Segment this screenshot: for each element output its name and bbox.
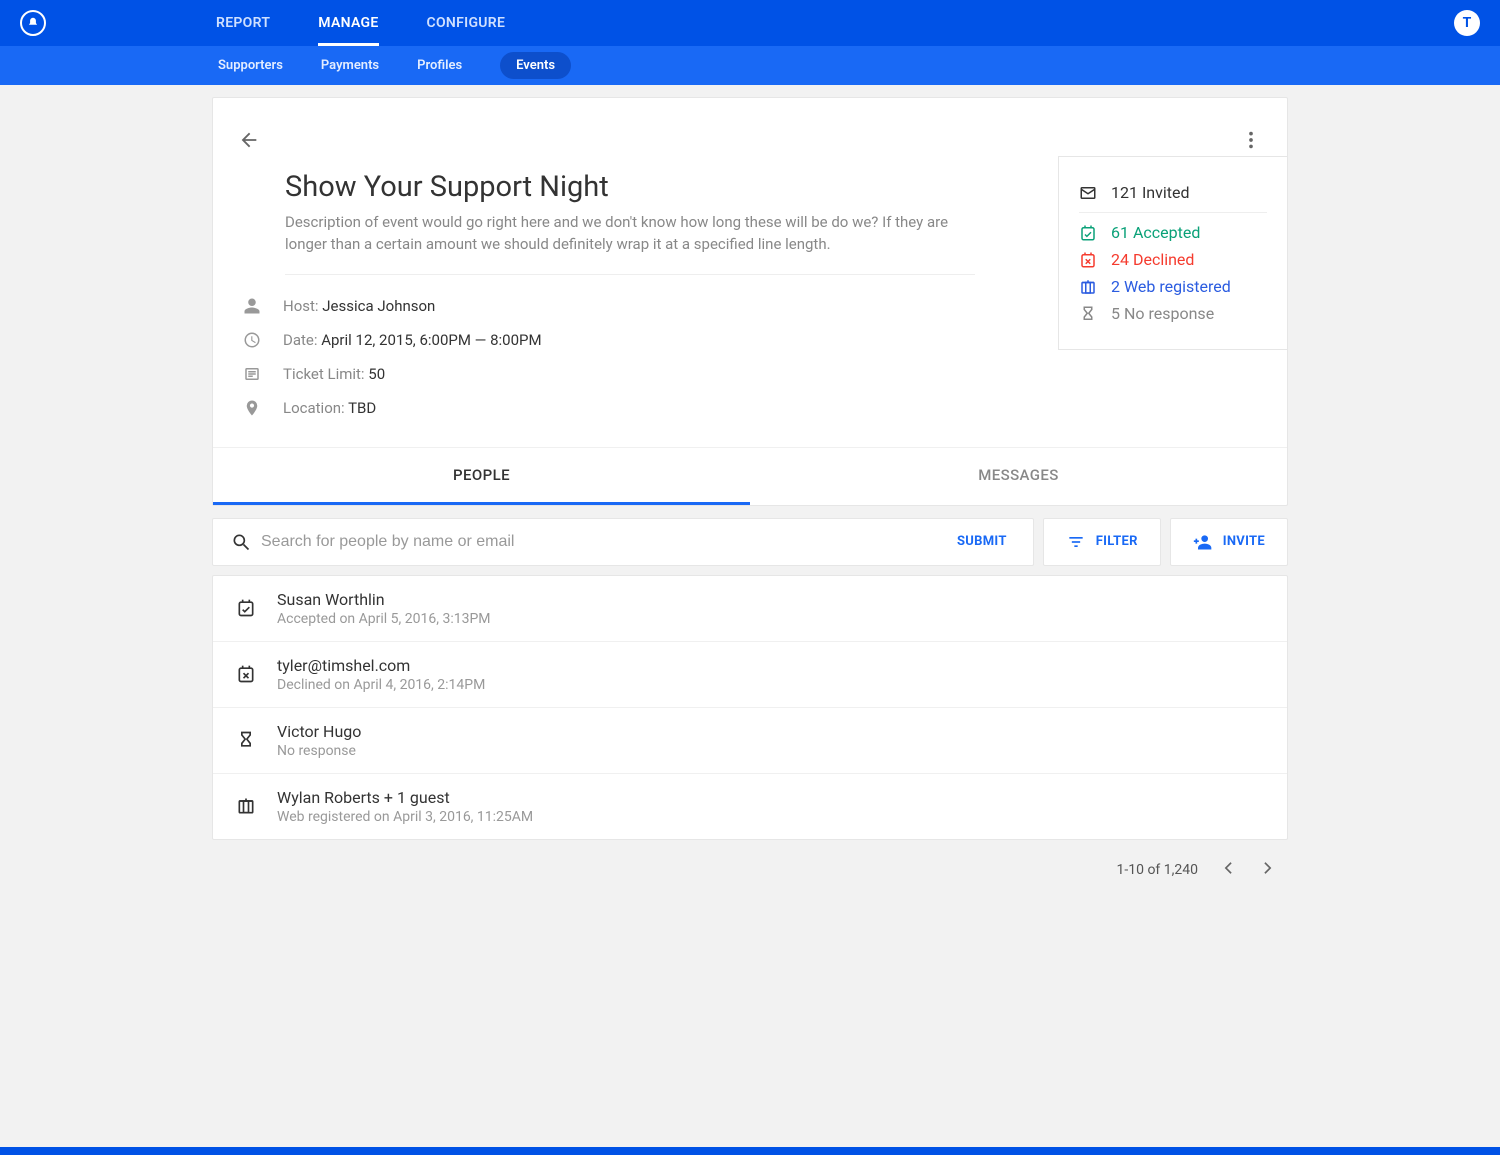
- people-list: Susan Worthlin Accepted on April 5, 2016…: [212, 575, 1288, 840]
- calendar-check-icon: [235, 598, 257, 618]
- subnav-payments[interactable]: Payments: [321, 58, 379, 73]
- person-name: Victor Hugo: [277, 722, 361, 741]
- stat-accepted-text: 61 Accepted: [1111, 223, 1200, 242]
- list-item[interactable]: Susan Worthlin Accepted on April 5, 2016…: [213, 576, 1287, 642]
- calendar-check-icon: [1079, 224, 1097, 242]
- nav-manage[interactable]: MANAGE: [318, 0, 378, 46]
- top-header: REPORT MANAGE CONFIGURE T: [0, 0, 1500, 46]
- stat-accepted[interactable]: 61 Accepted: [1079, 223, 1267, 242]
- tabs: PEOPLE MESSAGES: [213, 447, 1287, 505]
- person-status: Accepted on April 5, 2016, 3:13PM: [277, 611, 491, 627]
- person-status: No response: [277, 743, 361, 759]
- stat-declined-text: 24 Declined: [1111, 250, 1194, 269]
- stat-invited-text: 121 Invited: [1111, 183, 1190, 202]
- nav-report[interactable]: REPORT: [216, 0, 270, 46]
- person-name: Wylan Roberts + 1 guest: [277, 788, 533, 807]
- more-vert-icon: [1240, 129, 1262, 151]
- event-description: Description of event would go right here…: [285, 212, 975, 256]
- stats-panel: 121 Invited 61 Accepted 24 Declined 2 We…: [1058, 156, 1288, 350]
- pagination: 1-10 of 1,240: [212, 840, 1288, 900]
- stat-declined[interactable]: 24 Declined: [1079, 250, 1267, 269]
- filter-icon: [1066, 532, 1086, 552]
- search-input[interactable]: [261, 533, 949, 551]
- person-status: Web registered on April 3, 2016, 11:25AM: [277, 809, 533, 825]
- filter-button[interactable]: FILTER: [1043, 518, 1161, 566]
- prev-page-button[interactable]: [1218, 858, 1238, 882]
- actions-row: SUBMIT FILTER INVITE: [212, 518, 1288, 566]
- location-label: Location:: [283, 399, 348, 417]
- ticket-icon: [241, 365, 263, 383]
- stat-noresp-text: 5 No response: [1111, 304, 1214, 323]
- meta-location: Location: TBD: [241, 399, 1259, 417]
- pagination-range: 1-10 of 1,240: [1117, 862, 1199, 878]
- list-item[interactable]: tyler@timshel.com Declined on April 4, 2…: [213, 642, 1287, 708]
- web-icon: [1079, 278, 1097, 296]
- submit-button[interactable]: SUBMIT: [949, 534, 1015, 549]
- nav-configure[interactable]: CONFIGURE: [427, 0, 506, 46]
- meta-ticket-limit: Ticket Limit: 50: [241, 365, 1259, 383]
- tab-people[interactable]: PEOPLE: [213, 448, 750, 505]
- search-icon: [231, 532, 251, 552]
- subnav-events[interactable]: Events: [500, 52, 571, 79]
- tab-messages[interactable]: MESSAGES: [750, 448, 1287, 505]
- location-value: TBD: [348, 399, 376, 417]
- stat-invited[interactable]: 121 Invited: [1079, 183, 1267, 202]
- host-label: Host:: [283, 297, 322, 315]
- divider: [1079, 212, 1267, 213]
- invite-button[interactable]: INVITE: [1170, 518, 1288, 566]
- main-nav: REPORT MANAGE CONFIGURE: [216, 0, 1454, 46]
- ticket-label: Ticket Limit:: [283, 365, 368, 383]
- calendar-x-icon: [1079, 251, 1097, 269]
- person-add-icon: [1193, 532, 1213, 552]
- ticket-value: 50: [368, 365, 385, 383]
- web-icon: [235, 796, 257, 816]
- person-name: Susan Worthlin: [277, 590, 491, 609]
- mail-icon: [1079, 184, 1097, 202]
- host-value: Jessica Johnson: [322, 297, 435, 315]
- list-item[interactable]: Victor Hugo No response: [213, 708, 1287, 774]
- person-status: Declined on April 4, 2016, 2:14PM: [277, 677, 485, 693]
- person-icon: [241, 297, 263, 315]
- app-logo[interactable]: [20, 10, 46, 36]
- pin-icon: [241, 399, 263, 417]
- person-name: tyler@timshel.com: [277, 656, 485, 675]
- stat-webreg-text: 2 Web registered: [1111, 277, 1231, 296]
- next-page-button[interactable]: [1258, 858, 1278, 882]
- calendar-x-icon: [235, 664, 257, 684]
- divider: [285, 274, 975, 275]
- hourglass-icon: [1079, 305, 1097, 323]
- subnav-profiles[interactable]: Profiles: [417, 58, 462, 73]
- filter-label: FILTER: [1096, 534, 1138, 549]
- stat-web-registered[interactable]: 2 Web registered: [1079, 277, 1267, 296]
- footer-bar: [0, 1147, 1500, 1155]
- arrow-back-icon: [238, 129, 260, 151]
- search-box: SUBMIT: [212, 518, 1034, 566]
- more-menu-button[interactable]: [1237, 126, 1265, 154]
- event-card: Show Your Support Night Description of e…: [212, 97, 1288, 506]
- hourglass-icon: [235, 730, 257, 750]
- back-button[interactable]: [235, 126, 263, 154]
- date-label: Date:: [283, 331, 321, 349]
- chevron-right-icon: [1258, 858, 1278, 878]
- invite-label: INVITE: [1223, 534, 1265, 549]
- avatar[interactable]: T: [1454, 10, 1480, 36]
- stat-no-response[interactable]: 5 No response: [1079, 304, 1267, 323]
- clock-icon: [241, 331, 263, 349]
- subnav-supporters[interactable]: Supporters: [218, 58, 283, 73]
- chevron-left-icon: [1218, 858, 1238, 878]
- date-value: April 12, 2015, 6:00PM — 8:00PM: [321, 331, 541, 349]
- sub-nav: Supporters Payments Profiles Events: [0, 46, 1500, 85]
- list-item[interactable]: Wylan Roberts + 1 guest Web registered o…: [213, 774, 1287, 839]
